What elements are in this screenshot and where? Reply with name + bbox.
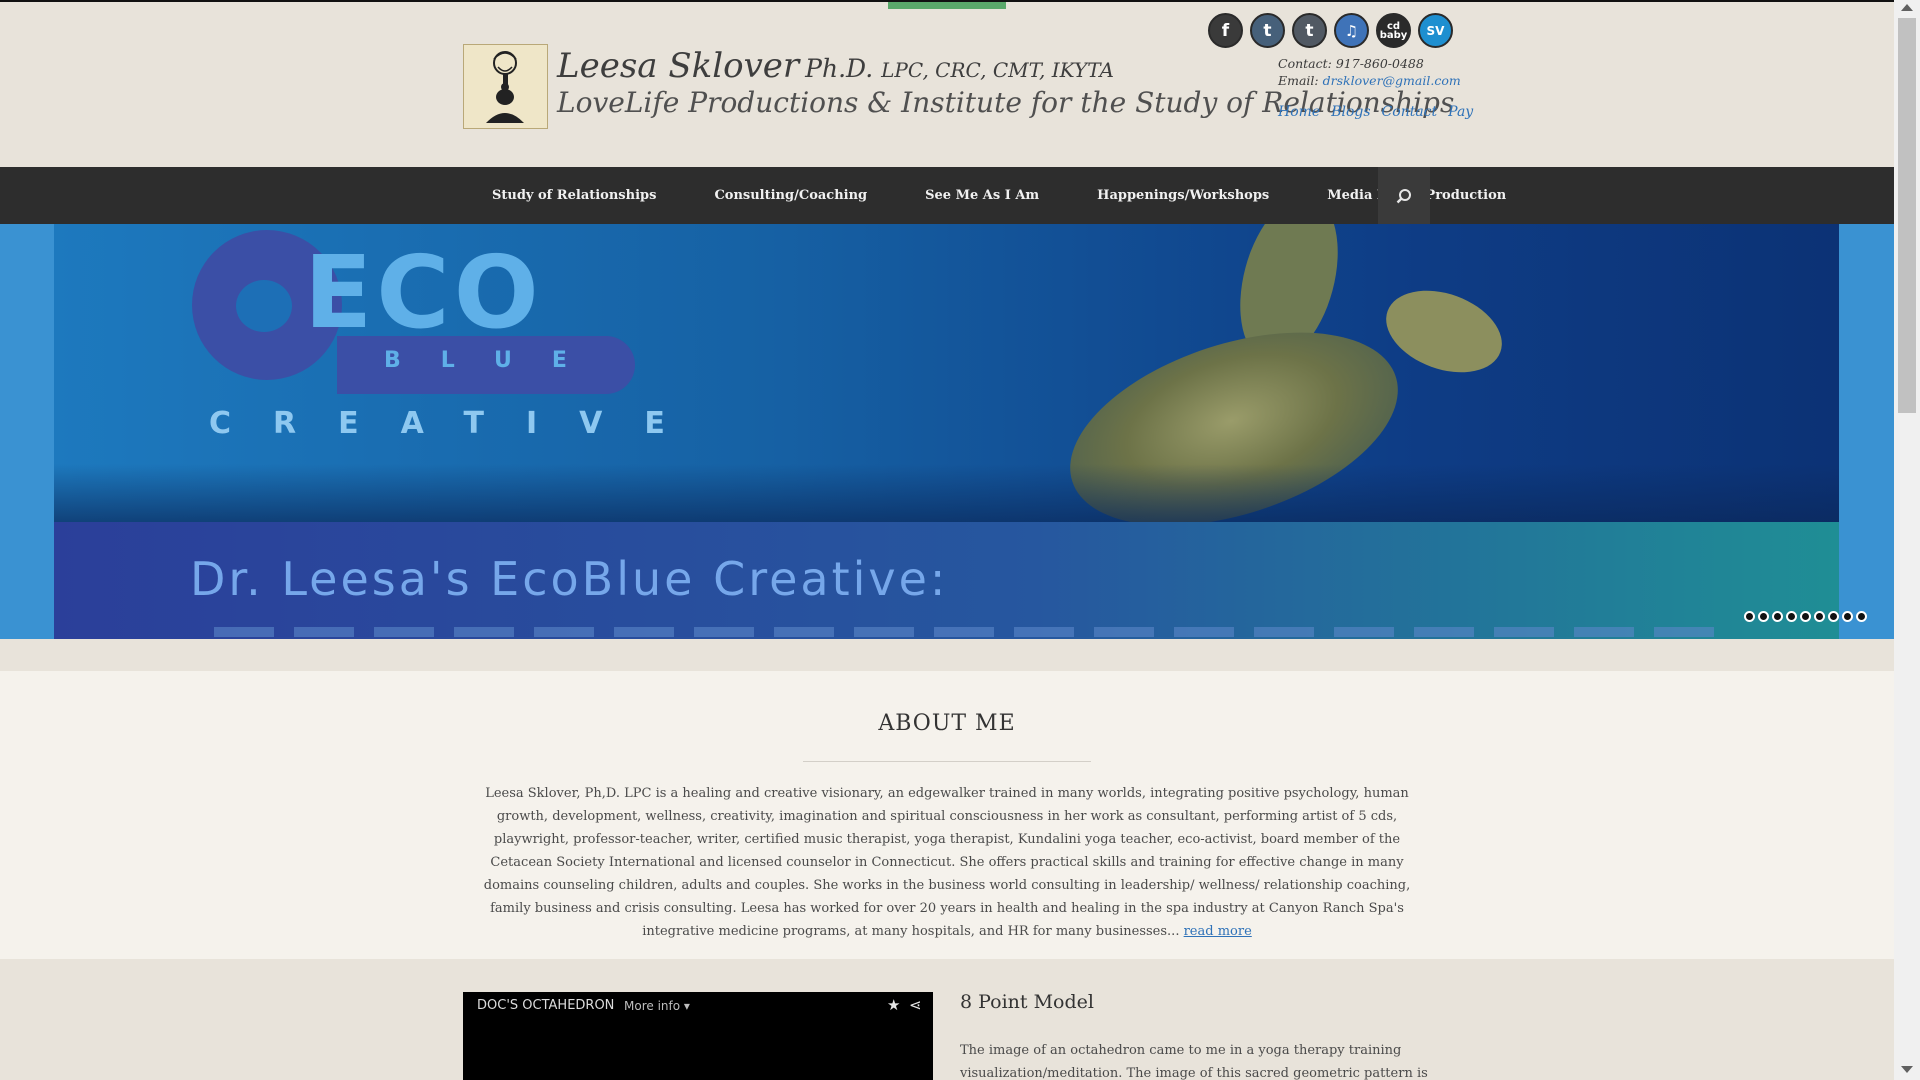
slider-dot[interactable] xyxy=(1786,611,1797,622)
site-degree: Ph.D. xyxy=(805,54,874,83)
slider-dots xyxy=(1744,611,1867,622)
section-divider xyxy=(0,639,1894,671)
scroll-up-arrow-icon[interactable] xyxy=(1901,4,1913,11)
slider-dot[interactable] xyxy=(1842,611,1853,622)
social-icons: f t t ♫ cd baby SV xyxy=(1208,13,1453,48)
page-scrollbar[interactable] xyxy=(1894,0,1920,1080)
contact-phone-row: Contact: 917-860-0488 xyxy=(1278,55,1461,72)
contact-label: Contact: xyxy=(1278,56,1332,71)
eco-logo-mark-hole xyxy=(236,280,292,332)
site-credentials: LPC, CRC, CMT, IKYTA xyxy=(881,58,1114,82)
contact-phone: 917-860-0488 xyxy=(1335,56,1424,71)
video-player[interactable]: DOC'S OCTAHEDRON More info ▾ ★ ⋖ xyxy=(463,992,933,1080)
hero-caption-subline xyxy=(214,627,1714,637)
top-link-contact[interactable]: Contact xyxy=(1382,104,1438,120)
email-link[interactable]: drsklover@gmail.com xyxy=(1323,73,1461,88)
top-link-blogs[interactable]: Blogs xyxy=(1331,104,1370,120)
eco-logo-word: ECO xyxy=(304,234,543,351)
site-title[interactable]: Leesa Sklover Ph.D. LPC, CRC, CMT, IKYTA xyxy=(557,46,1114,86)
about-body: Leesa Sklover, Ph,D. LPC is a healing an… xyxy=(483,786,1411,939)
hero-wave xyxy=(54,464,1839,524)
page: Leesa Sklover Ph.D. LPC, CRC, CMT, IKYTA L… xyxy=(0,0,1894,1080)
hero-caption: Dr. Leesa's EcoBlue Creative: xyxy=(190,552,949,606)
slider-dot[interactable] xyxy=(1758,611,1769,622)
eco-logo-blue: BLUE xyxy=(384,348,607,373)
scroll-down-arrow-icon[interactable] xyxy=(1901,1066,1913,1073)
top-link-pay[interactable]: Pay xyxy=(1448,104,1473,120)
site-logo[interactable] xyxy=(463,44,548,129)
slider-dot[interactable] xyxy=(1800,611,1811,622)
star-icon[interactable]: ★ xyxy=(887,996,900,1014)
contact-email-row: Email: drsklover@gmail.com xyxy=(1278,72,1461,89)
sv-icon[interactable]: SV xyxy=(1418,13,1453,48)
about-section: ABOUT ME Leesa Sklover, Ph,D. LPC is a h… xyxy=(0,671,1894,959)
slider-dot[interactable] xyxy=(1856,611,1867,622)
search-button[interactable] xyxy=(1378,167,1430,224)
slider-dot[interactable] xyxy=(1828,611,1839,622)
site-name: Leesa Sklover xyxy=(557,46,800,86)
video-title[interactable]: DOC'S OCTAHEDRON xyxy=(477,998,614,1013)
slider-dot[interactable] xyxy=(1772,611,1783,622)
nav-item-see-me-as-i-am[interactable]: See Me As I Am xyxy=(896,188,1068,203)
twitter-icon[interactable]: t xyxy=(1250,13,1285,48)
top-tab[interactable] xyxy=(888,2,1006,9)
itunes-icon[interactable]: ♫ xyxy=(1334,13,1369,48)
nav-item-happenings-workshops[interactable]: Happenings/Workshops xyxy=(1068,188,1298,203)
top-links: Home Blogs Contact Pay xyxy=(1278,104,1473,120)
facebook-icon[interactable]: f xyxy=(1208,13,1243,48)
feature-section: DOC'S OCTAHEDRON More info ▾ ★ ⋖ 8 Point… xyxy=(0,959,1894,1080)
hero-slider: ECO BLUE CREATIVE Dr. Leesa's EcoBlue Cr… xyxy=(0,224,1894,639)
slider-dot[interactable] xyxy=(1814,611,1825,622)
read-more-link[interactable]: read more xyxy=(1184,924,1252,939)
site-header: Leesa Sklover Ph.D. LPC, CRC, CMT, IKYTA L… xyxy=(0,0,1894,169)
cdbaby-icon[interactable]: cd baby xyxy=(1376,13,1411,48)
about-text: Leesa Sklover, Ph,D. LPC is a healing an… xyxy=(470,782,1424,943)
about-divider xyxy=(803,761,1091,762)
nav-item-study-of-relationships[interactable]: Study of Relationships xyxy=(463,188,685,203)
feature-title[interactable]: 8 Point Model xyxy=(960,991,1094,1013)
hero-slide-image[interactable]: ECO BLUE CREATIVE Dr. Leesa's EcoBlue Cr… xyxy=(54,224,1839,639)
feature-text: The image of an octahedron came to me in… xyxy=(960,1043,1428,1080)
contact-info: Contact: 917-860-0488 Email: drsklover@g… xyxy=(1278,55,1461,89)
slider-dot[interactable] xyxy=(1744,611,1755,622)
share-icon[interactable]: ⋖ xyxy=(909,996,922,1014)
eco-logo-creative: CREATIVE xyxy=(209,406,707,441)
about-heading: ABOUT ME xyxy=(878,711,1016,736)
video-more-info[interactable]: More info ▾ xyxy=(624,999,690,1013)
scrollbar-thumb[interactable] xyxy=(1898,18,1916,413)
main-nav: Study of Relationships Consulting/Coachi… xyxy=(0,167,1894,224)
search-icon xyxy=(1396,188,1411,203)
nav-item-consulting-coaching[interactable]: Consulting/Coaching xyxy=(685,188,896,203)
email-label: Email: xyxy=(1278,73,1319,88)
top-link-home[interactable]: Home xyxy=(1278,104,1320,120)
tumblr-icon[interactable]: t xyxy=(1292,13,1327,48)
turtle-head xyxy=(1374,275,1514,388)
